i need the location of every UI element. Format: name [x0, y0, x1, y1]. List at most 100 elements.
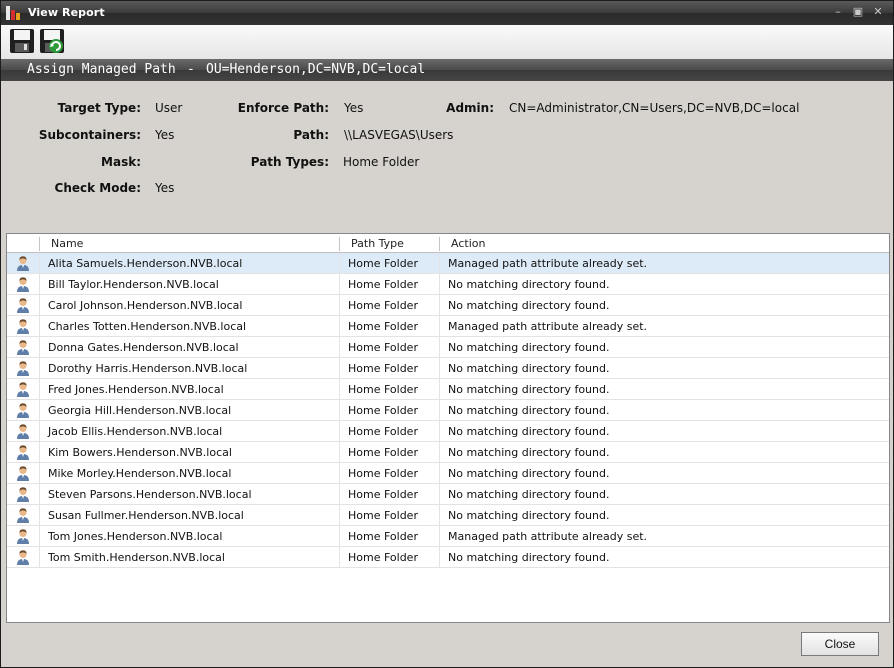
restore-icon[interactable]: ▣: [851, 5, 865, 19]
cell-path-type: Home Folder: [348, 299, 418, 312]
cell-path-type: Home Folder: [348, 467, 418, 480]
cell-name: Dorothy Harris.Henderson.NVB.local: [48, 362, 248, 375]
close-button[interactable]: Close: [801, 632, 879, 656]
user-icon: [17, 403, 29, 418]
user-icon: [17, 529, 29, 544]
cell-action: No matching directory found.: [448, 425, 610, 438]
bar-chart-icon: [6, 6, 22, 20]
cell-action: No matching directory found.: [448, 551, 610, 564]
header-separator: -: [187, 62, 195, 77]
cell-name: Jacob Ellis.Henderson.NVB.local: [48, 425, 223, 438]
cell-path-type: Home Folder: [348, 488, 418, 501]
table-row[interactable]: Bill Taylor.Henderson.NVB.local Home Fold…: [7, 274, 889, 295]
cell-action: Managed path attribute already set.: [448, 257, 648, 270]
mask-label: Mask:: [101, 155, 141, 169]
floppy-disk-icon: [10, 29, 34, 53]
cell-action: No matching directory found.: [448, 509, 610, 522]
table-row[interactable]: Dorothy Harris.Henderson.NVB.local Home F…: [7, 358, 889, 379]
user-icon: [17, 361, 29, 376]
cell-path-type: Home Folder: [348, 530, 418, 543]
cell-action: No matching directory found.: [448, 278, 610, 291]
cell-action: No matching directory found.: [448, 467, 610, 480]
footer-bar: Close: [1, 623, 893, 667]
minimize-icon[interactable]: –: [831, 5, 845, 19]
table-row[interactable]: Alita Samuels.Henderson.NVB.local Home Fo…: [7, 253, 889, 274]
cell-name: Fred Jones.Henderson.NVB.local: [48, 383, 224, 396]
cell-path-type: Home Folder: [348, 551, 418, 564]
admin-value: CN=Administrator,CN=Users,DC=NVB,DC=loca…: [509, 101, 800, 115]
close-icon[interactable]: ✕: [871, 5, 885, 19]
cell-action: Managed path attribute already set.: [448, 530, 648, 543]
cell-path-type: Home Folder: [348, 257, 418, 270]
table-row[interactable]: Fred Jones.Henderson.NVB.local Home Folde…: [7, 379, 889, 400]
column-header-action[interactable]: Action: [451, 237, 485, 250]
user-icon: [17, 277, 29, 292]
subcontainers-label: Subcontainers:: [38, 128, 141, 142]
cell-path-type: Home Folder: [348, 404, 418, 417]
user-icon: [17, 256, 29, 271]
toolbar: [1, 25, 893, 59]
window-title: View Report: [28, 6, 105, 19]
table-row[interactable]: Steven Parsons.Henderson.NVB.local Home F…: [7, 484, 889, 505]
column-header-name[interactable]: Name: [51, 237, 83, 250]
user-icon: [17, 298, 29, 313]
cell-path-type: Home Folder: [348, 383, 418, 396]
cell-name: Susan Fullmer.Henderson.NVB.local: [48, 509, 244, 522]
table-row[interactable]: Kim Bowers.Henderson.NVB.local Home Folde…: [7, 442, 889, 463]
cell-name: Charles Totten.Henderson.NVB.local: [48, 320, 247, 333]
column-header-path-type[interactable]: Path Type: [351, 237, 404, 250]
cell-name: Tom Jones.Henderson.NVB.local: [48, 530, 223, 543]
table-row[interactable]: Mike Morley.Henderson.NVB.local Home Fold…: [7, 463, 889, 484]
path-types-value: Home Folder: [343, 155, 420, 169]
cell-name: Alita Samuels.Henderson.NVB.local: [48, 257, 243, 270]
view-report-window: View Report – ▣ ✕ Assign Managed Path - …: [0, 0, 894, 668]
cell-path-type: Home Folder: [348, 362, 418, 375]
grid-header: Name Path Type Action: [7, 234, 889, 253]
cell-action: No matching directory found.: [448, 488, 610, 501]
subcontainers-value: Yes: [155, 128, 175, 142]
enforce-path-value: Yes: [344, 101, 364, 115]
report-details-panel: Target Type: User Subcontainers: Yes Mas…: [1, 81, 893, 233]
user-icon: [17, 319, 29, 334]
table-row[interactable]: Tom Jones.Henderson.NVB.local Home Folder…: [7, 526, 889, 547]
admin-label: Admin:: [446, 101, 494, 115]
cell-path-type: Home Folder: [348, 509, 418, 522]
check-mode-value: Yes: [155, 181, 175, 195]
table-row[interactable]: Carol Johnson.Henderson.NVB.local Home Fo…: [7, 295, 889, 316]
user-icon: [17, 550, 29, 565]
user-icon: [17, 424, 29, 439]
report-results-grid[interactable]: Name Path Type Action Alita Samuels.Hend…: [6, 233, 890, 623]
cell-name: Carol Johnson.Henderson.NVB.local: [48, 299, 243, 312]
save-and-refresh-button[interactable]: [39, 28, 65, 55]
cell-path-type: Home Folder: [348, 320, 418, 333]
save-button[interactable]: [9, 28, 35, 55]
user-icon: [17, 340, 29, 355]
table-row[interactable]: Tom Smith.Henderson.NVB.local Home Folder…: [7, 547, 889, 568]
cell-path-type: Home Folder: [348, 446, 418, 459]
cell-action: No matching directory found.: [448, 299, 610, 312]
cell-name: Kim Bowers.Henderson.NVB.local: [48, 446, 232, 459]
cell-path-type: Home Folder: [348, 425, 418, 438]
cell-action: Managed path attribute already set.: [448, 320, 648, 333]
cell-name: Georgia Hill.Henderson.NVB.local: [48, 404, 232, 417]
table-row[interactable]: Susan Fullmer.Henderson.NVB.local Home Fo…: [7, 505, 889, 526]
title-bar[interactable]: View Report – ▣ ✕: [1, 1, 893, 25]
enforce-path-label: Enforce Path:: [237, 101, 329, 115]
check-mode-label: Check Mode:: [54, 181, 141, 195]
table-row[interactable]: Jacob Ellis.Henderson.NVB.local Home Fold…: [7, 421, 889, 442]
cell-action: No matching directory found.: [448, 341, 610, 354]
path-value: \\LASVEGAS\Users: [344, 128, 454, 142]
table-row[interactable]: Charles Totten.Henderson.NVB.local Home F…: [7, 316, 889, 337]
cell-action: No matching directory found.: [448, 383, 610, 396]
path-types-label: Path Types:: [250, 155, 329, 169]
table-row[interactable]: Georgia Hill.Henderson.NVB.local Home Fol…: [7, 400, 889, 421]
cell-action: No matching directory found.: [448, 362, 610, 375]
cell-name: Bill Taylor.Henderson.NVB.local: [48, 278, 219, 291]
target-type-label: Target Type:: [57, 101, 141, 115]
user-icon: [17, 382, 29, 397]
table-row[interactable]: Donna Gates.Henderson.NVB.local Home Fold…: [7, 337, 889, 358]
cell-path-type: Home Folder: [348, 341, 418, 354]
target-type-value: User: [155, 101, 183, 115]
cell-action: No matching directory found.: [448, 404, 610, 417]
user-icon: [17, 466, 29, 481]
